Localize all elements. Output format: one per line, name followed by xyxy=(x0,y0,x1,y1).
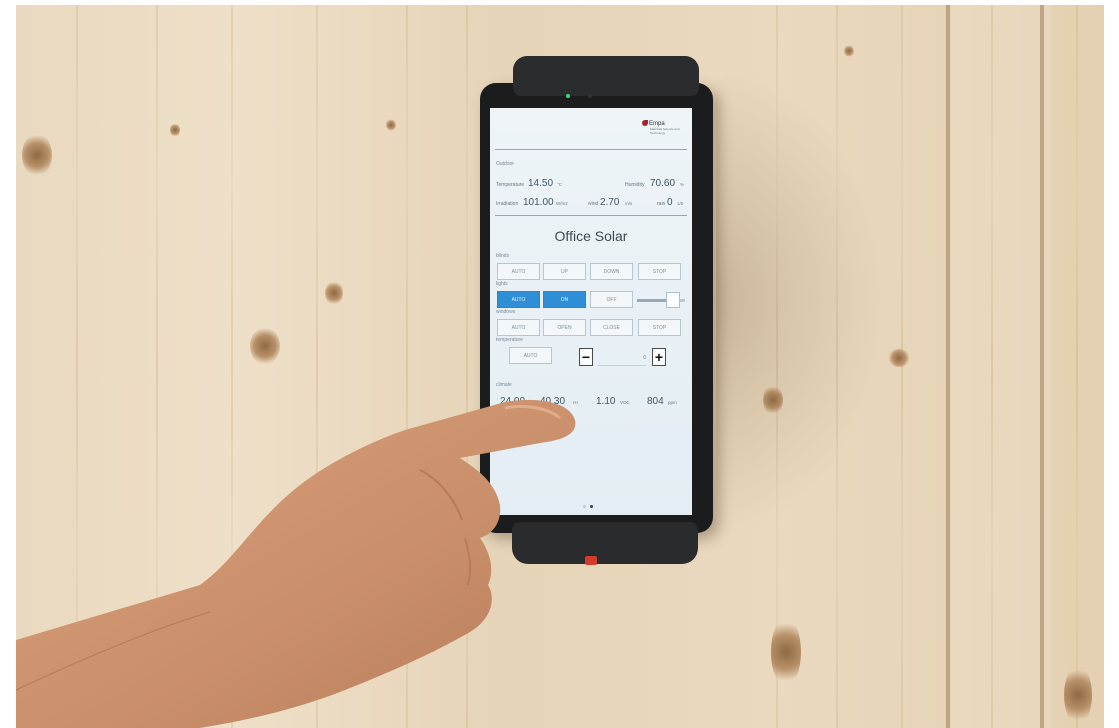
hand xyxy=(16,399,576,728)
pointing-hand xyxy=(15,399,576,728)
